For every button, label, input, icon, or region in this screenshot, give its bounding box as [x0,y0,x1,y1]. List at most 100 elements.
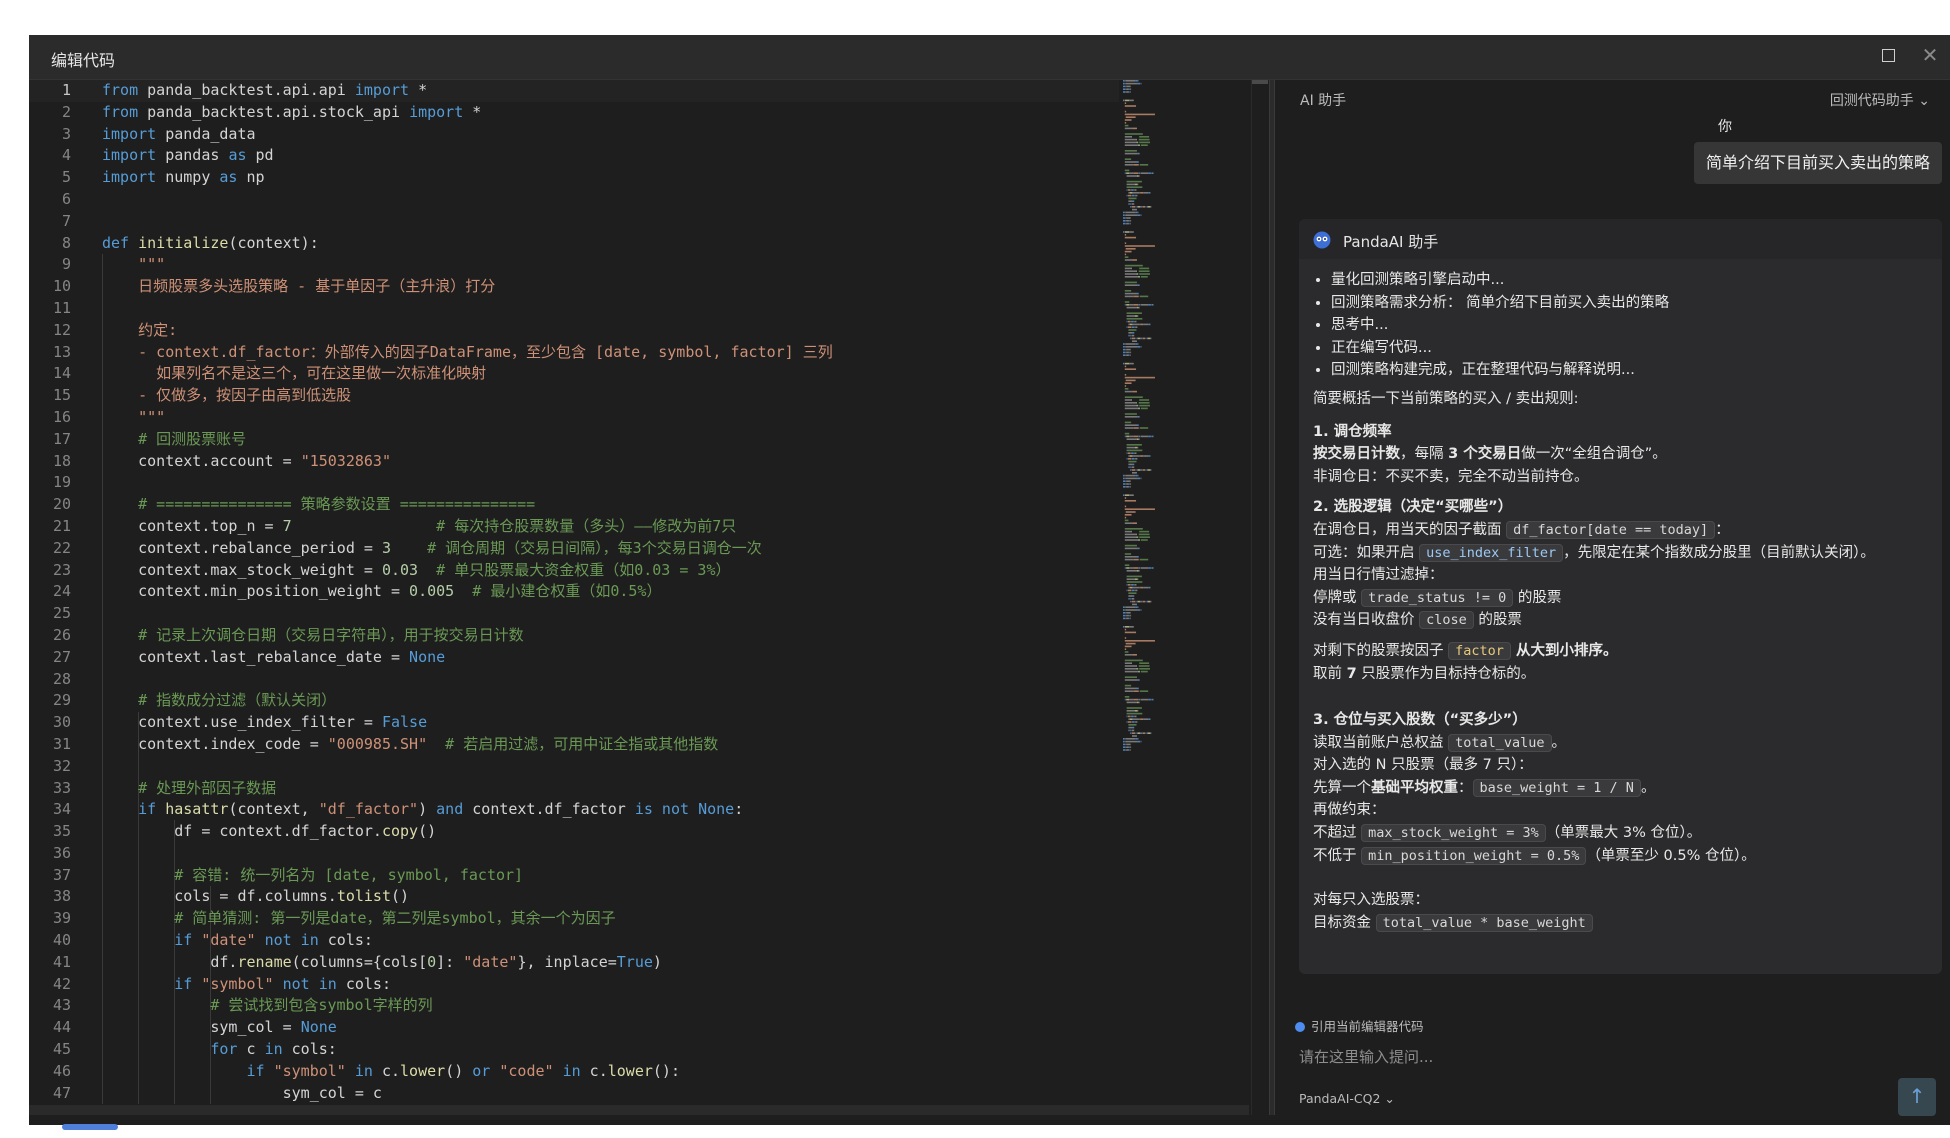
code-editor[interactable]: 1 from panda_backtest.api.api import * 2 fr… [29,80,1269,1115]
minimap-line [1126,88,1129,90]
code-line[interactable]: 25 [29,603,1119,625]
code-line[interactable]: 12 约定: [29,320,1119,342]
code-line[interactable]: 30 context.use_index_filter = False [29,712,1119,734]
code-line[interactable]: 9 """ [29,254,1119,276]
minimap-line [1137,214,1141,216]
minimap-line [1127,320,1131,323]
line-text: import numpy as np [102,167,265,189]
ai-response-card: PandaAI 助手 量化回测策略引擎启动中... 回测策略需求分析： 简单介绍… [1299,219,1942,974]
model-select[interactable]: PandaAI-CQ2 ⌄ [1299,1091,1395,1106]
text-span: 在调仓日，用当天的因子截面 [1313,521,1507,538]
inline-code: max_stock_weight = 3% [1361,824,1546,843]
code-line[interactable]: 41 df.rename(columns={cols[0]: "date"}, … [29,952,1119,974]
code-token: copy [381,822,419,841]
minimap-line [1150,469,1152,471]
code-line[interactable]: 22 context.rebalance_period = 3 # 调仓周期（交… [29,538,1119,560]
minimap-line [1151,172,1154,174]
code-line[interactable]: 3 import panda_data [29,124,1119,146]
code-line[interactable]: 18 context.account = "15032863" [29,451,1119,473]
maximize-icon[interactable] [1882,49,1895,62]
code-line[interactable]: 14 如果列名不是这三个，可在这里做一次标准化映射 [29,363,1119,385]
code-line[interactable]: 36 [29,843,1119,865]
editor-horizontal-scrollbar[interactable] [29,1105,1249,1115]
line-text: context.max_stock_weight = 0.03 # 单只股票最大… [102,560,730,582]
line-number: 39 [52,909,71,928]
minimap-line [1137,416,1140,418]
code-line[interactable]: 21 context.top_n = 7 # 每次持仓股票数量（多头）——修改为… [29,516,1119,538]
code-line[interactable]: 16 """ [29,407,1119,429]
reference-editor-code-toggle[interactable]: 引用当前编辑器代码 [1295,1016,1424,1035]
minimap-line [1140,337,1141,340]
code-line[interactable]: 31 context.index_code = "000985.SH" # 若启… [29,734,1119,756]
code-line[interactable]: 17 # 回测股票账号 [29,429,1119,451]
code-line[interactable]: 44 sym_col = None [29,1017,1119,1039]
minimap-line [1124,668,1137,670]
radio-dot-icon[interactable] [1295,1022,1305,1032]
code-token: "symbol" [201,974,274,993]
code-minimap[interactable] [1119,80,1249,760]
code-line[interactable]: 32 [29,756,1119,778]
code-token: ]: [436,952,464,971]
code-line[interactable]: 27 context.last_rebalance_date = None [29,647,1119,669]
assistant-title: AI 助手 [1300,93,1347,109]
text-span: 做一次“全组合调仓”。 [1521,446,1667,463]
code-line[interactable]: 37 # 容错: 统一列名为 [date, symbol, factor] [29,865,1119,887]
minimap-line [1124,567,1126,569]
minimap-line [1132,259,1137,261]
line-text: context.min_position_weight = 0.005 # 最小… [102,581,661,603]
minimap-line [1126,746,1129,748]
code-line[interactable]: 8 def initialize(context): [29,233,1119,255]
code-line[interactable]: 7 [29,211,1119,233]
code-line[interactable]: 33 # 处理外部因子数据 [29,778,1119,800]
minimap-line [1129,455,1133,457]
minimap-line [1140,698,1149,701]
code-line[interactable]: 38 cols = df.columns.tolist() [29,886,1119,908]
code-line[interactable]: 19 [29,472,1119,494]
code-line[interactable]: 4 import pandas as pd [29,145,1119,167]
editor-scroll-thumb[interactable] [1252,80,1268,84]
minimap-line [1151,698,1154,701]
close-icon[interactable]: ✕ [1918,43,1942,67]
minimap-line [1124,390,1133,393]
code-line[interactable]: 1 from panda_backtest.api.api import * [29,80,1119,102]
minimap-line [1124,533,1137,536]
code-line[interactable]: 46 if "symbol" in c.lower() or "code" in… [29,1061,1119,1083]
minimap-line [1143,455,1149,457]
code-line[interactable]: 40 if "date" not in cols: [29,930,1119,952]
code-line[interactable]: 15 - 仅做多，按因子由高到低选股 [29,385,1119,407]
code-line[interactable]: 34 if hasattr(context, "df_factor") and … [29,799,1119,821]
code-line[interactable]: 20 # =============== 策略参数设置 ============… [29,494,1119,516]
minimap-line [1135,732,1137,734]
code-line[interactable]: 39 # 简单猜测: 第一列是date，第二列是symbol，其余一个为因子 [29,908,1119,930]
code-line[interactable]: 45 for c in cols: [29,1039,1119,1061]
code-line[interactable]: 10 日频股票多头选股策略 - 基于单因子（主升浪）打分 [29,276,1119,298]
code-line[interactable]: 43 # 尝试找到包含symbol字样的列 [29,995,1119,1017]
code-line[interactable]: 26 # 记录上次调仓日期（交易日字符串），用于按交易日计数 [29,625,1119,647]
code-line[interactable]: 35 df = context.df_factor.copy() [29,821,1119,843]
code-line[interactable]: 13 - context.df_factor：外部传入的因子DataFrame，… [29,342,1119,364]
editor-vertical-scrollbar[interactable] [1251,80,1268,1115]
minimap-line [1137,547,1140,550]
code-lines[interactable]: 1 from panda_backtest.api.api import * 2 fr… [29,80,1119,1104]
code-token: ) [652,952,662,971]
prompt-input[interactable] [1299,1042,1859,1072]
minimap-line [1137,539,1141,541]
code-line[interactable]: 29 # 指数成分过滤（默认关闭） [29,690,1119,712]
code-line[interactable]: 42 if "symbol" not in cols: [29,974,1119,996]
minimap-line [1125,116,1136,118]
code-line[interactable]: 2 from panda_backtest.api.stock_api impor… [29,102,1119,124]
send-button[interactable]: ↑ [1898,1078,1936,1116]
code-line[interactable]: 5 import numpy as np [29,167,1119,189]
code-line[interactable]: 11 [29,298,1119,320]
code-line[interactable]: 24 context.min_position_weight = 0.005 #… [29,581,1119,603]
code-line[interactable]: 47 sym_col = c [29,1083,1119,1105]
code-line[interactable]: 23 context.max_stock_weight = 0.03 # 单只股… [29,560,1119,582]
minimap-line [1140,586,1144,589]
panel-resize-handle[interactable] [1269,80,1275,1115]
code-line[interactable]: 28 [29,669,1119,691]
assistant-mode-select[interactable]: 回测代码助手 ⌄ [1830,90,1930,110]
minimap-line [1147,337,1150,340]
minimap-line [1124,374,1127,376]
code-line[interactable]: 6 [29,189,1119,211]
